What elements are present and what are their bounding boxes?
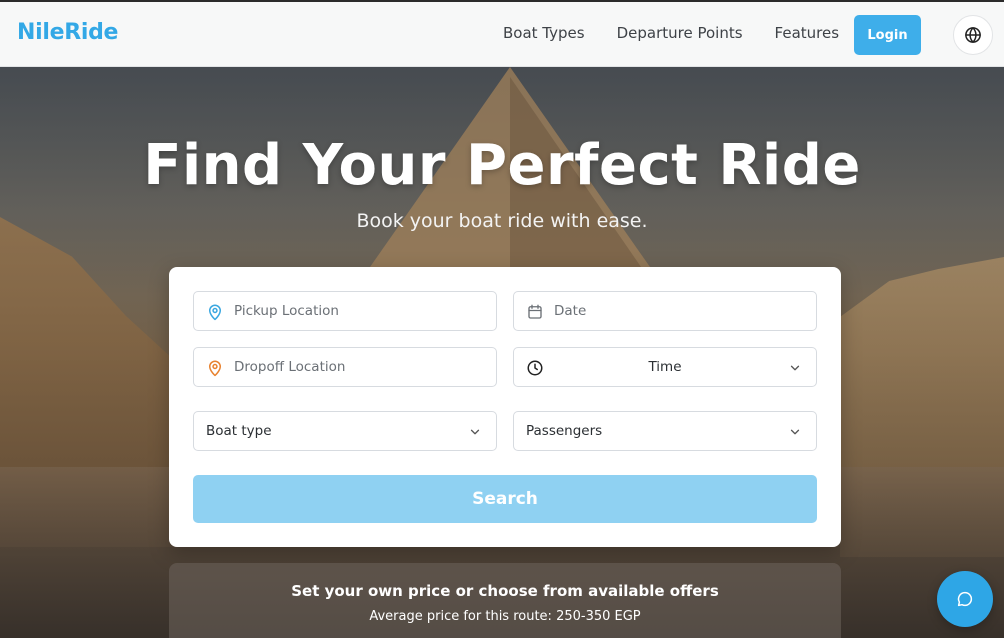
chevron-down-icon — [790, 429, 800, 435]
boat-type-select-label: Boat type — [206, 423, 272, 439]
brand-logo[interactable]: NileRide — [17, 20, 118, 45]
hero-title: Find Your Perfect Ride — [143, 133, 861, 198]
chevron-down-icon — [470, 429, 480, 435]
dropoff-location-input[interactable] — [234, 348, 486, 386]
nav-link-boat-types[interactable]: Boat Types — [503, 24, 585, 42]
average-price-text: Average price for this route: 250-350 EG… — [369, 609, 641, 624]
map-pin-icon — [209, 304, 221, 321]
time-select[interactable]: Time — [513, 347, 817, 387]
boat-type-select[interactable]: Boat type — [193, 411, 497, 451]
calendar-icon — [528, 304, 542, 319]
chat-bubble-icon — [957, 591, 973, 607]
price-offer-panel: Set your own price or choose from availa… — [169, 563, 841, 638]
login-button[interactable]: Login — [854, 15, 921, 55]
chat-button[interactable] — [937, 571, 993, 627]
chevron-down-icon — [790, 365, 800, 371]
search-button[interactable]: Search — [193, 475, 817, 523]
nav-link-features[interactable]: Features — [775, 24, 840, 42]
pickup-location-field[interactable] — [193, 291, 497, 331]
passengers-select-label: Passengers — [526, 423, 603, 439]
top-navbar: NileRide Boat Types Departure Points Fea… — [0, 0, 1004, 67]
booking-card: Time Boat type Passengers Search — [169, 267, 841, 547]
pickup-location-input[interactable] — [234, 292, 486, 330]
passengers-select[interactable]: Passengers — [513, 411, 817, 451]
offer-title: Set your own price or choose from availa… — [291, 582, 719, 600]
main-nav: Boat Types Departure Points Features — [503, 24, 839, 42]
nav-link-departure-points[interactable]: Departure Points — [617, 24, 743, 42]
language-button[interactable] — [953, 15, 993, 55]
date-field[interactable] — [513, 291, 817, 331]
map-pin-icon — [209, 360, 221, 377]
time-select-label: Time — [648, 359, 682, 375]
hero-subtitle: Book your boat ride with ease. — [356, 210, 648, 232]
date-input[interactable] — [554, 292, 806, 330]
dropoff-location-field[interactable] — [193, 347, 497, 387]
globe-icon — [965, 27, 981, 43]
